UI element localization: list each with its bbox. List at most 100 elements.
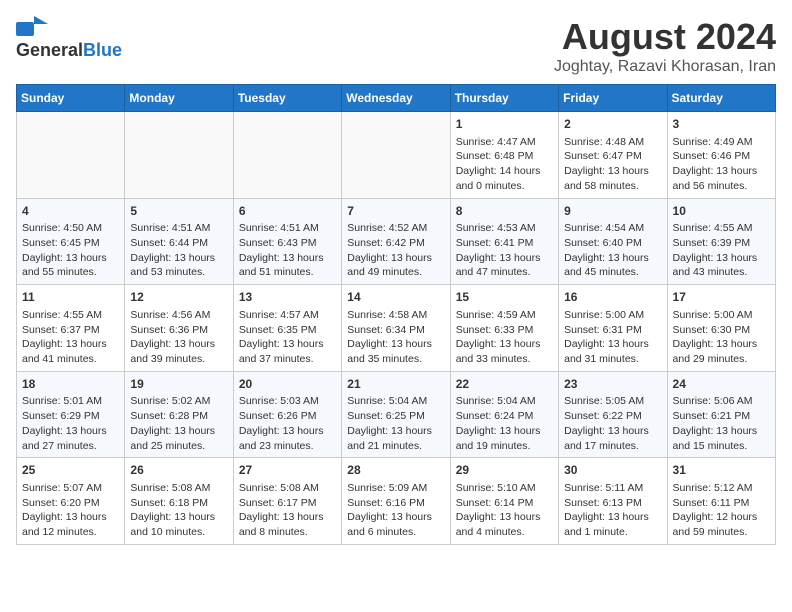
- day-info: Sunrise: 4:51 AM Sunset: 6:44 PM Dayligh…: [130, 221, 227, 280]
- calendar-day-cell: 26Sunrise: 5:08 AM Sunset: 6:18 PM Dayli…: [125, 458, 233, 545]
- calendar-day-cell: 22Sunrise: 5:04 AM Sunset: 6:24 PM Dayli…: [450, 371, 558, 458]
- weekday-header-friday: Friday: [559, 85, 667, 112]
- weekday-header-tuesday: Tuesday: [233, 85, 341, 112]
- weekday-header-wednesday: Wednesday: [342, 85, 450, 112]
- day-number: 11: [22, 289, 119, 306]
- calendar-day-cell: 19Sunrise: 5:02 AM Sunset: 6:28 PM Dayli…: [125, 371, 233, 458]
- day-number: 14: [347, 289, 444, 306]
- day-info: Sunrise: 4:55 AM Sunset: 6:37 PM Dayligh…: [22, 308, 119, 367]
- day-info: Sunrise: 5:04 AM Sunset: 6:24 PM Dayligh…: [456, 394, 553, 453]
- calendar-day-cell: 4Sunrise: 4:50 AM Sunset: 6:45 PM Daylig…: [17, 198, 125, 285]
- day-info: Sunrise: 5:04 AM Sunset: 6:25 PM Dayligh…: [347, 394, 444, 453]
- calendar-empty-cell: [233, 112, 341, 199]
- calendar-day-cell: 7Sunrise: 4:52 AM Sunset: 6:42 PM Daylig…: [342, 198, 450, 285]
- calendar-table: SundayMondayTuesdayWednesdayThursdayFrid…: [16, 84, 776, 545]
- calendar-empty-cell: [125, 112, 233, 199]
- location-subtitle: Joghtay, Razavi Khorasan, Iran: [554, 58, 776, 76]
- calendar-day-cell: 5Sunrise: 4:51 AM Sunset: 6:44 PM Daylig…: [125, 198, 233, 285]
- calendar-day-cell: 28Sunrise: 5:09 AM Sunset: 6:16 PM Dayli…: [342, 458, 450, 545]
- day-number: 27: [239, 462, 336, 479]
- day-number: 9: [564, 203, 661, 220]
- day-number: 7: [347, 203, 444, 220]
- calendar-day-cell: 30Sunrise: 5:11 AM Sunset: 6:13 PM Dayli…: [559, 458, 667, 545]
- day-number: 10: [673, 203, 770, 220]
- calendar-day-cell: 27Sunrise: 5:08 AM Sunset: 6:17 PM Dayli…: [233, 458, 341, 545]
- weekday-header-row: SundayMondayTuesdayWednesdayThursdayFrid…: [17, 85, 776, 112]
- day-number: 15: [456, 289, 553, 306]
- calendar-day-cell: 10Sunrise: 4:55 AM Sunset: 6:39 PM Dayli…: [667, 198, 775, 285]
- day-number: 16: [564, 289, 661, 306]
- day-number: 22: [456, 376, 553, 393]
- day-number: 23: [564, 376, 661, 393]
- day-info: Sunrise: 4:54 AM Sunset: 6:40 PM Dayligh…: [564, 221, 661, 280]
- day-info: Sunrise: 4:51 AM Sunset: 6:43 PM Dayligh…: [239, 221, 336, 280]
- logo-blue-text: Blue: [83, 40, 122, 61]
- logo-general-text: General: [16, 40, 83, 61]
- weekday-header-saturday: Saturday: [667, 85, 775, 112]
- day-number: 1: [456, 116, 553, 133]
- calendar-week-row: 1 Sunrise: 4:47 AM Sunset: 6:48 PM Daylig…: [17, 112, 776, 199]
- calendar-day-cell: 3 Sunrise: 4:49 AM Sunset: 6:46 PM Daylig…: [667, 112, 775, 199]
- day-info: Sunrise: 4:48 AM Sunset: 6:47 PM Dayligh…: [564, 135, 661, 194]
- calendar-day-cell: 12Sunrise: 4:56 AM Sunset: 6:36 PM Dayli…: [125, 285, 233, 372]
- day-info: Sunrise: 4:53 AM Sunset: 6:41 PM Dayligh…: [456, 221, 553, 280]
- calendar-week-row: 4Sunrise: 4:50 AM Sunset: 6:45 PM Daylig…: [17, 198, 776, 285]
- day-info: Sunrise: 5:12 AM Sunset: 6:11 PM Dayligh…: [673, 481, 770, 540]
- calendar-day-cell: 24Sunrise: 5:06 AM Sunset: 6:21 PM Dayli…: [667, 371, 775, 458]
- day-info: Sunrise: 5:07 AM Sunset: 6:20 PM Dayligh…: [22, 481, 119, 540]
- day-number: 13: [239, 289, 336, 306]
- day-info: Sunrise: 4:59 AM Sunset: 6:33 PM Dayligh…: [456, 308, 553, 367]
- day-info: Sunrise: 5:11 AM Sunset: 6:13 PM Dayligh…: [564, 481, 661, 540]
- day-number: 19: [130, 376, 227, 393]
- day-info: Sunrise: 5:06 AM Sunset: 6:21 PM Dayligh…: [673, 394, 770, 453]
- day-number: 17: [673, 289, 770, 306]
- day-number: 24: [673, 376, 770, 393]
- day-info: Sunrise: 4:57 AM Sunset: 6:35 PM Dayligh…: [239, 308, 336, 367]
- calendar-day-cell: 23Sunrise: 5:05 AM Sunset: 6:22 PM Dayli…: [559, 371, 667, 458]
- day-info: Sunrise: 5:03 AM Sunset: 6:26 PM Dayligh…: [239, 394, 336, 453]
- calendar-week-row: 11 Sunrise: 4:55 AM Sunset: 6:37 PM Dayli…: [17, 285, 776, 372]
- day-number: 28: [347, 462, 444, 479]
- day-number: 2: [564, 116, 661, 133]
- calendar-day-cell: 25Sunrise: 5:07 AM Sunset: 6:20 PM Dayli…: [17, 458, 125, 545]
- day-info: Sunrise: 4:49 AM Sunset: 6:46 PM Dayligh…: [673, 135, 770, 194]
- calendar-day-cell: 6Sunrise: 4:51 AM Sunset: 6:43 PM Daylig…: [233, 198, 341, 285]
- day-number: 26: [130, 462, 227, 479]
- calendar-week-row: 18Sunrise: 5:01 AM Sunset: 6:29 PM Dayli…: [17, 371, 776, 458]
- day-number: 12: [130, 289, 227, 306]
- day-info: Sunrise: 4:52 AM Sunset: 6:42 PM Dayligh…: [347, 221, 444, 280]
- weekday-header-thursday: Thursday: [450, 85, 558, 112]
- day-info: Sunrise: 5:05 AM Sunset: 6:22 PM Dayligh…: [564, 394, 661, 453]
- weekday-header-sunday: Sunday: [17, 85, 125, 112]
- calendar-day-cell: 21Sunrise: 5:04 AM Sunset: 6:25 PM Dayli…: [342, 371, 450, 458]
- calendar-week-row: 25Sunrise: 5:07 AM Sunset: 6:20 PM Dayli…: [17, 458, 776, 545]
- day-number: 8: [456, 203, 553, 220]
- day-info: Sunrise: 5:00 AM Sunset: 6:30 PM Dayligh…: [673, 308, 770, 367]
- day-number: 31: [673, 462, 770, 479]
- calendar-day-cell: 29 Sunrise: 5:10 AM Sunset: 6:14 PM Dayli…: [450, 458, 558, 545]
- day-info: Sunrise: 5:02 AM Sunset: 6:28 PM Dayligh…: [130, 394, 227, 453]
- calendar-day-cell: 15 Sunrise: 4:59 AM Sunset: 6:33 PM Dayli…: [450, 285, 558, 372]
- day-number: 29: [456, 462, 553, 479]
- calendar-day-cell: 16Sunrise: 5:00 AM Sunset: 6:31 PM Dayli…: [559, 285, 667, 372]
- calendar-day-cell: 1 Sunrise: 4:47 AM Sunset: 6:48 PM Daylig…: [450, 112, 558, 199]
- logo: General Blue: [16, 16, 122, 61]
- day-info: Sunrise: 4:55 AM Sunset: 6:39 PM Dayligh…: [673, 221, 770, 280]
- calendar-day-cell: 31 Sunrise: 5:12 AM Sunset: 6:11 PM Dayli…: [667, 458, 775, 545]
- day-number: 3: [673, 116, 770, 133]
- day-info: Sunrise: 5:01 AM Sunset: 6:29 PM Dayligh…: [22, 394, 119, 453]
- calendar-day-cell: 11 Sunrise: 4:55 AM Sunset: 6:37 PM Dayli…: [17, 285, 125, 372]
- calendar-day-cell: 17 Sunrise: 5:00 AM Sunset: 6:30 PM Dayli…: [667, 285, 775, 372]
- calendar-day-cell: 8Sunrise: 4:53 AM Sunset: 6:41 PM Daylig…: [450, 198, 558, 285]
- calendar-day-cell: 2 Sunrise: 4:48 AM Sunset: 6:47 PM Daylig…: [559, 112, 667, 199]
- calendar-day-cell: 14Sunrise: 4:58 AM Sunset: 6:34 PM Dayli…: [342, 285, 450, 372]
- weekday-header-monday: Monday: [125, 85, 233, 112]
- day-number: 4: [22, 203, 119, 220]
- day-info: Sunrise: 5:10 AM Sunset: 6:14 PM Dayligh…: [456, 481, 553, 540]
- day-number: 18: [22, 376, 119, 393]
- calendar-title-block: August 2024 Joghtay, Razavi Khorasan, Ir…: [554, 16, 776, 76]
- day-number: 6: [239, 203, 336, 220]
- calendar-day-cell: 9Sunrise: 4:54 AM Sunset: 6:40 PM Daylig…: [559, 198, 667, 285]
- day-info: Sunrise: 4:47 AM Sunset: 6:48 PM Dayligh…: [456, 135, 553, 194]
- calendar-empty-cell: [17, 112, 125, 199]
